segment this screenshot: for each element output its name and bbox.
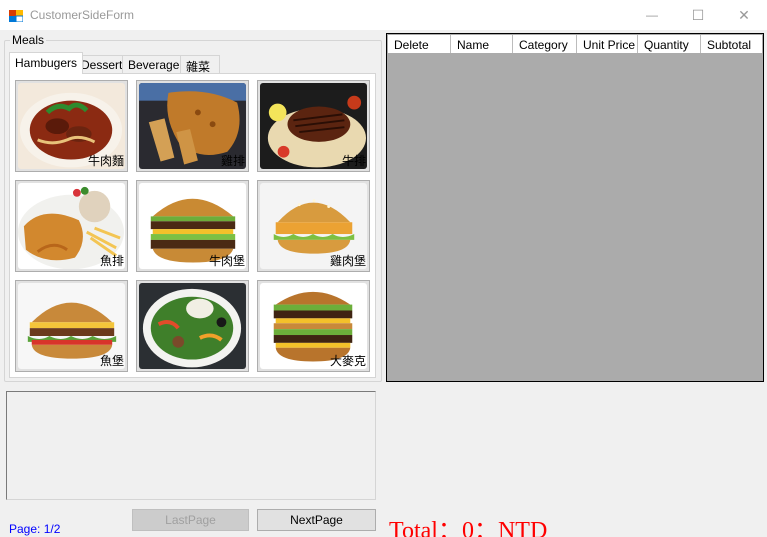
column-header-delete[interactable]: Delete [388,35,451,53]
column-header-subtotal[interactable]: Subtotal [701,35,762,53]
minimize-icon: — [646,8,658,22]
meal-button-beef-noodle[interactable]: 牛肉麵 [15,80,128,172]
meal-button-fish-burger[interactable]: 魚堡 [15,280,128,372]
title-bar[interactable]: CustomerSideForm — ☐ ✕ [0,0,767,30]
close-icon: ✕ [738,6,750,23]
column-header-name[interactable]: Name [451,35,513,53]
meal-button-salad-bowl[interactable] [136,280,249,372]
customer-side-form-window: CustomerSideForm — ☐ ✕ Meals Hambugers D… [0,0,767,537]
meal-button-chicken-burger[interactable]: 雞肉堡 [257,180,370,272]
order-grid-header: Delete Name Category Unit Price Quantity… [388,35,762,53]
maximize-button[interactable]: ☐ [675,0,721,30]
meal-button-big-mac[interactable]: 大麥克 [257,280,370,372]
window-title: CustomerSideForm [30,8,135,22]
meals-group-label: Meals [10,33,47,47]
column-header-unit-price[interactable]: Unit Price [577,35,638,53]
meal-button-steak[interactable]: 牛排 [257,80,370,172]
meal-label: 雞肉堡 [329,254,366,268]
meal-label: 牛排 [341,154,366,168]
minimize-button[interactable]: — [629,0,675,30]
total-label: Total：0：NTD [389,518,548,537]
last-page-button[interactable]: LastPage [132,509,249,531]
meal-label: 大麥克 [329,354,366,368]
description-textbox[interactable] [6,391,376,500]
maximize-icon: ☐ [691,6,705,23]
meal-button-beef-burger[interactable]: 牛肉堡 [136,180,249,272]
order-grid[interactable]: Delete Name Category Unit Price Quantity… [386,33,764,382]
next-page-button[interactable]: NextPage [257,509,376,531]
meal-label: 魚堡 [99,354,124,368]
meal-button-chicken-cutlet[interactable]: 雞排 [136,80,249,172]
meal-label: 牛肉堡 [208,254,245,268]
meal-label: 魚排 [99,254,124,268]
tab-beverage[interactable]: Beverage [122,55,186,73]
meal-label: 牛肉麵 [87,154,124,168]
column-header-category[interactable]: Category [513,35,577,53]
meal-button-fish-fillet[interactable]: 魚排 [15,180,128,272]
tab-misc[interactable]: 雜菜 [180,55,220,74]
meals-tab-panel: 牛肉麵 雞排 牛排 魚排 牛肉堡 雞肉堡 魚堡 大麥克 [9,73,376,378]
salad-bowl-image [139,283,246,370]
app-icon [9,10,23,22]
meal-label: 雞排 [220,154,245,168]
close-button[interactable]: ✕ [721,0,767,30]
column-header-quantity[interactable]: Quantity [638,35,701,53]
tab-hambugers[interactable]: Hambugers [9,52,84,74]
page-indicator: Page: 1/2 [9,522,61,536]
